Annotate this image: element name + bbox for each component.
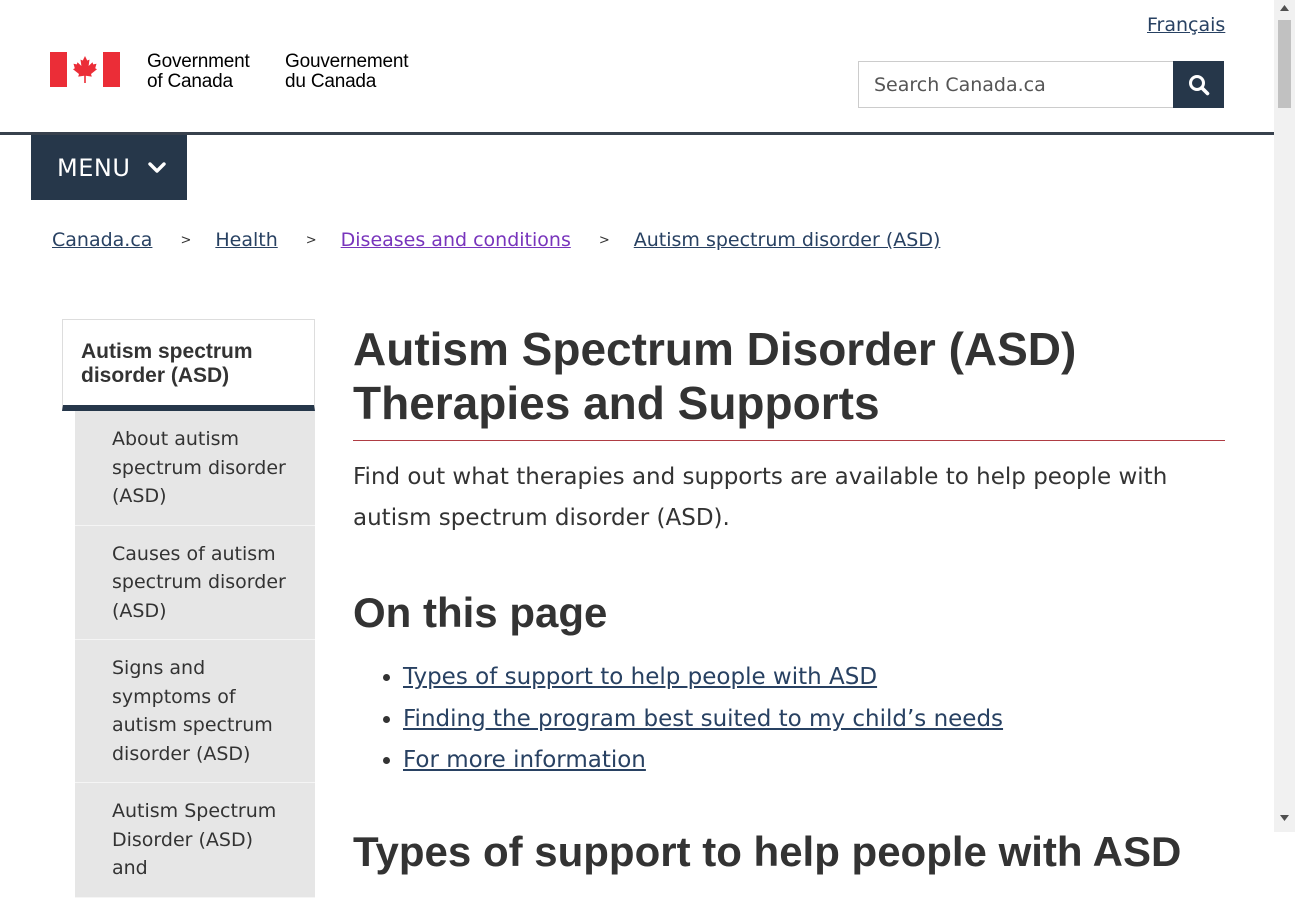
wordmark-en-line2: of Canada [147,71,233,92]
section-menu-item-asd-and[interactable]: Autism Spectrum Disorder (ASD) and [75,783,315,898]
section-heading-types-of-support: Types of support to help people with ASD [353,827,1182,875]
menu-label: MENU [57,153,131,182]
breadcrumb-link-diseases[interactable]: Diseases and conditions [341,229,571,251]
toc-item: Types of support to help people with ASD [403,657,1225,699]
wordmark-en-line1: Government [147,51,250,72]
main-menu-button[interactable]: MENU [31,135,187,200]
breadcrumb-link-canada[interactable]: Canada.ca [52,229,152,251]
search-icon [1188,74,1209,95]
site-search [858,61,1224,108]
on-this-page-list: Types of support to help people with ASD… [353,657,1225,782]
wordmark-english: Government of Canada [147,52,277,92]
scroll-up-arrow-icon[interactable] [1279,5,1290,15]
section-menu-item-causes[interactable]: Causes of autism spectrum disorder (ASD) [75,525,315,640]
scroll-down-arrow-icon[interactable] [1279,815,1290,825]
section-menu-item-signs[interactable]: Signs and symptoms of autism spectrum di… [75,640,315,783]
main-content: Autism Spectrum Disorder (ASD) Therapies… [353,322,1225,878]
scrollbar-thumb[interactable] [1278,20,1291,108]
language-toggle-link[interactable]: Français [1147,14,1225,36]
toc-item: For more information [403,740,1225,782]
toc-link-finding-program[interactable]: Finding the program best suited to my ch… [403,706,1003,732]
wordmark-fr-line2: du Canada [285,71,377,92]
breadcrumb: Canada.ca > Health > Diseases and condit… [52,229,940,251]
section-menu: Autism spectrum disorder (ASD) About aut… [62,319,315,898]
wordmark-fr-line1: Gouvernement [285,51,409,72]
breadcrumb-separator: > [180,232,192,248]
on-this-page-heading: On this page [353,589,608,636]
breadcrumb-link-asd[interactable]: Autism spectrum disorder (ASD) [634,229,941,251]
header-divider [0,132,1274,135]
page-title: Autism Spectrum Disorder (ASD) Therapies… [353,322,1225,441]
breadcrumb-separator: > [305,232,317,248]
search-button[interactable] [1173,61,1224,108]
search-input[interactable] [858,61,1173,108]
canada-flag-icon [50,52,120,87]
toc-item: Finding the program best suited to my ch… [403,699,1225,741]
breadcrumb-link-health[interactable]: Health [215,229,277,251]
chevron-down-icon [148,161,167,174]
toc-link-types-of-support[interactable]: Types of support to help people with ASD [403,664,877,690]
section-menu-item-about[interactable]: About autism spectrum disorder (ASD) [75,411,315,526]
intro-paragraph: Find out what therapies and supports are… [353,464,1168,531]
breadcrumb-separator: > [598,232,610,248]
section-menu-list: About autism spectrum disorder (ASD) Cau… [75,411,315,898]
wordmark-french: Gouvernement du Canada [285,52,435,92]
toc-link-more-information[interactable]: For more information [403,747,646,773]
vertical-scrollbar[interactable] [1274,0,1295,832]
section-menu-heading[interactable]: Autism spectrum disorder (ASD) [62,319,315,411]
government-of-canada-signature[interactable]: Government of Canada Gouvernement du Can… [50,52,408,92]
